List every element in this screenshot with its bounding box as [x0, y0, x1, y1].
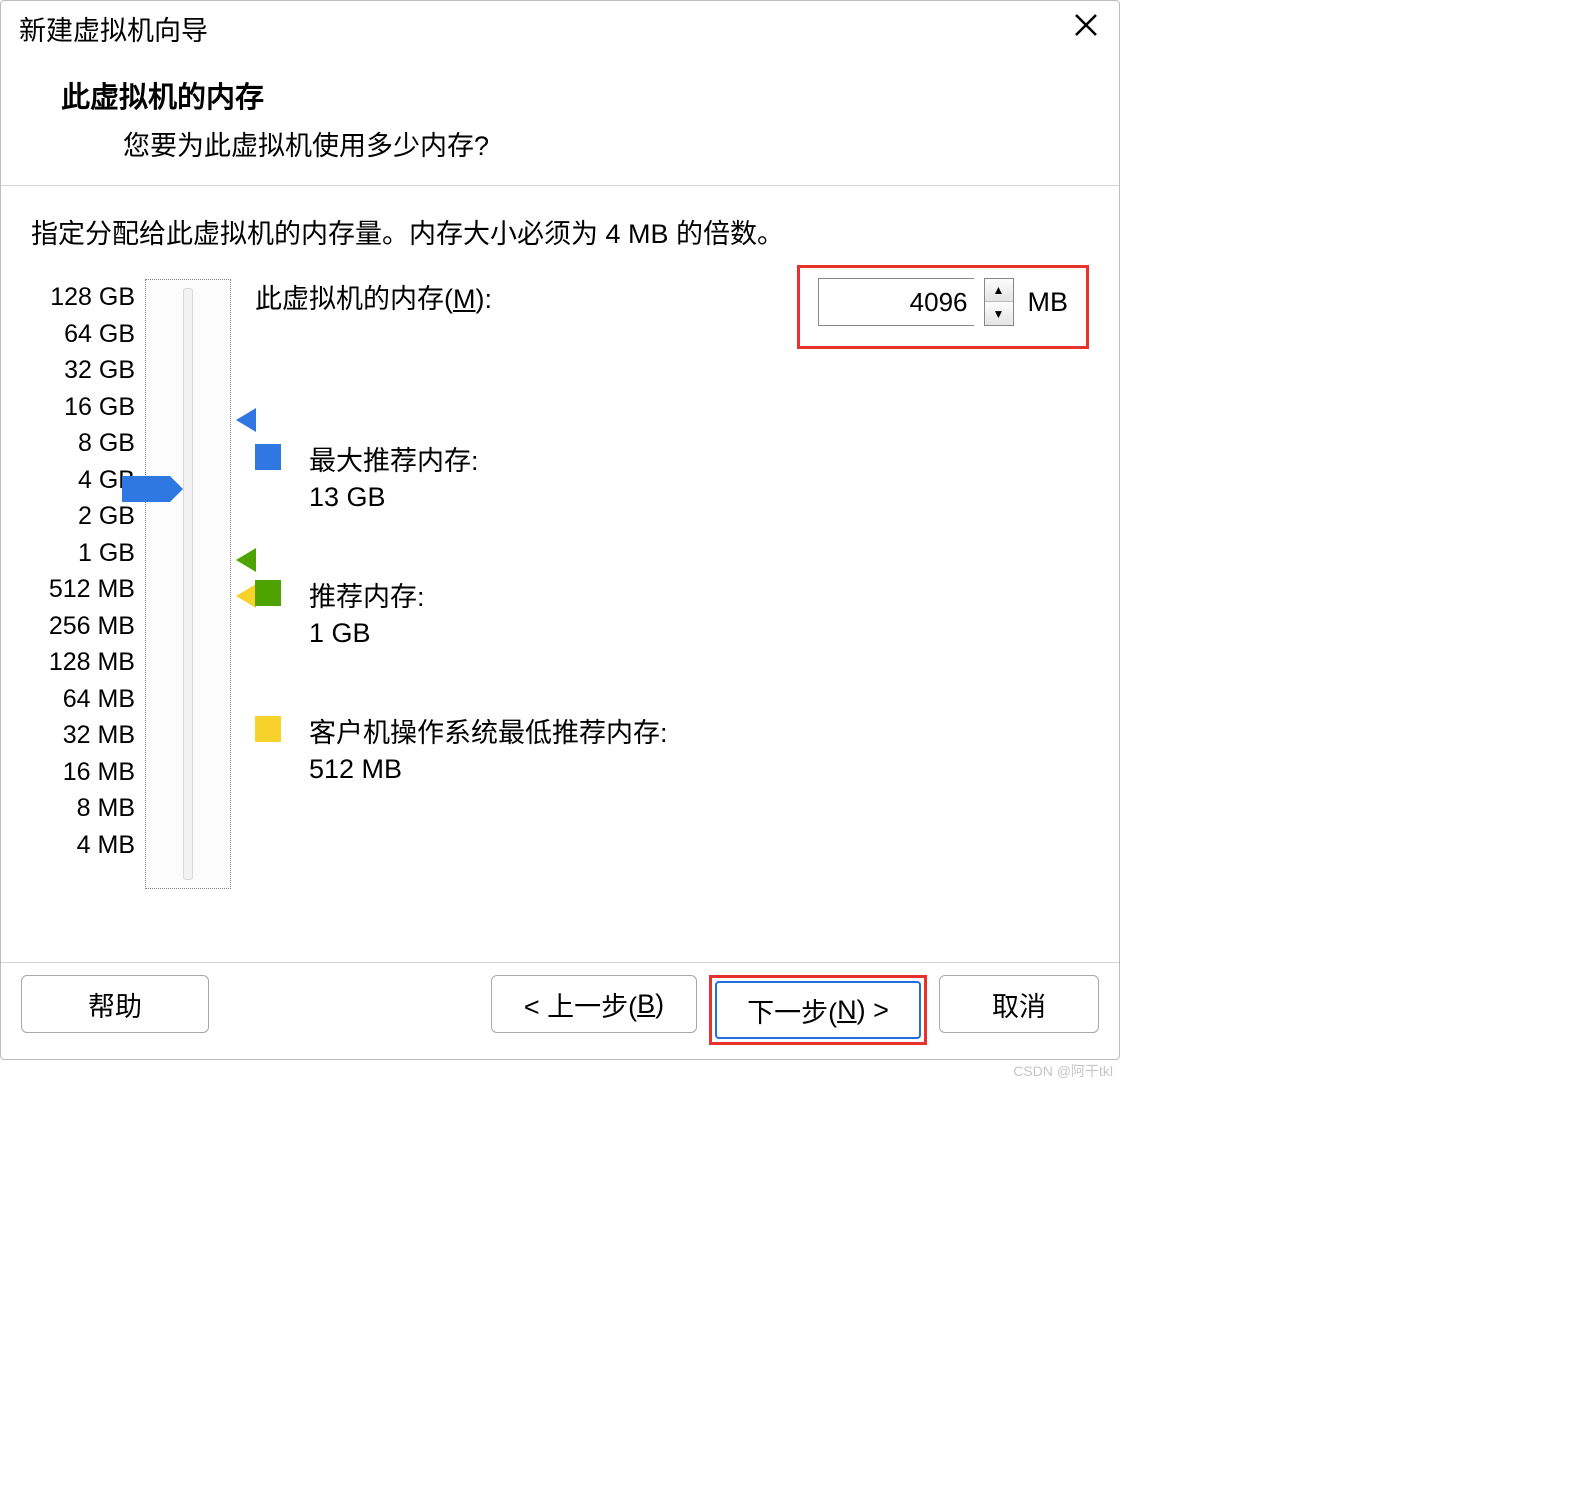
legend-max: 最大推荐内存: 13 GB: [255, 439, 1089, 513]
scale-labels: 128 GB 64 GB 32 GB 16 GB 8 GB 4 GB 2 GB …: [31, 279, 135, 863]
slider-thumb[interactable]: [122, 476, 170, 502]
marker-min-icon: [236, 584, 256, 608]
legend-recommended-title: 推荐内存:: [309, 575, 425, 614]
scale-tick: 128 GB: [31, 279, 135, 316]
page-title: 此虚拟机的内存: [61, 74, 1059, 116]
scale-tick: 4 GB: [31, 462, 135, 499]
window-title: 新建虚拟机向导: [19, 9, 208, 48]
marker-max-icon: [236, 408, 256, 432]
legend-max-swatch-icon: [255, 444, 281, 470]
instruction-text: 指定分配给此虚拟机的内存量。内存大小必须为 4 MB 的倍数。: [31, 212, 1089, 251]
scale-tick: 64 MB: [31, 681, 135, 718]
wizard-window: 新建虚拟机向导 此虚拟机的内存 您要为此虚拟机使用多少内存? 指定分配给此虚拟机…: [0, 0, 1120, 1060]
memory-input-highlight: ▲ ▼ MB: [797, 265, 1090, 349]
legend-min-swatch-icon: [255, 716, 281, 742]
close-icon[interactable]: [1071, 10, 1101, 47]
slider-groove: [183, 288, 193, 880]
legend-recommended: 推荐内存: 1 GB: [255, 575, 1089, 649]
scale-tick: 64 GB: [31, 316, 135, 353]
memory-field-label: 此虚拟机的内存(M):: [255, 275, 492, 316]
wizard-footer: 帮助 < 上一步(B) 下一步(N) > 取消: [1, 962, 1119, 1059]
scale-tick: 512 MB: [31, 571, 135, 608]
info-column: 此虚拟机的内存(M): ▲ ▼ MB 最大推荐内存:: [255, 275, 1089, 785]
legend-max-value: 13 GB: [309, 482, 479, 513]
next-button-highlight: 下一步(N) >: [709, 975, 927, 1045]
content-area: 指定分配给此虚拟机的内存量。内存大小必须为 4 MB 的倍数。 128 GB 6…: [1, 186, 1119, 962]
scale-tick: 8 MB: [31, 790, 135, 827]
memory-unit: MB: [1028, 287, 1069, 318]
scale-tick: 32 GB: [31, 352, 135, 389]
scale-tick: 8 GB: [31, 425, 135, 462]
legend-recommended-swatch-icon: [255, 580, 281, 606]
spinner-up-icon[interactable]: ▲: [985, 279, 1013, 302]
memory-spinner: ▲ ▼: [984, 278, 1014, 326]
footer-spacer: [221, 975, 479, 1045]
scale-tick: 4 MB: [31, 827, 135, 864]
wizard-header: 此虚拟机的内存 您要为此虚拟机使用多少内存?: [1, 56, 1119, 185]
memory-slider[interactable]: [145, 279, 231, 889]
scale-tick: 256 MB: [31, 608, 135, 645]
scale-tick: 16 GB: [31, 389, 135, 426]
watermark: CSDN @阿干tkl: [1013, 1061, 1113, 1081]
scale-tick: 128 MB: [31, 644, 135, 681]
legend-min: 客户机操作系统最低推荐内存: 512 MB: [255, 711, 1089, 785]
legend-min-title: 客户机操作系统最低推荐内存:: [309, 711, 668, 750]
legend-min-value: 512 MB: [309, 754, 668, 785]
scale-tick: 16 MB: [31, 754, 135, 791]
memory-scale: 128 GB 64 GB 32 GB 16 GB 8 GB 4 GB 2 GB …: [31, 275, 231, 889]
title-bar: 新建虚拟机向导: [1, 1, 1119, 56]
memory-input[interactable]: [818, 278, 974, 326]
legend-max-title: 最大推荐内存:: [309, 439, 479, 478]
back-button[interactable]: < 上一步(B): [491, 975, 697, 1033]
page-subtitle: 您要为此虚拟机使用多少内存?: [61, 124, 1059, 163]
spinner-down-icon[interactable]: ▼: [985, 302, 1013, 325]
cancel-button[interactable]: 取消: [939, 975, 1099, 1033]
next-button[interactable]: 下一步(N) >: [715, 981, 921, 1039]
legend-recommended-value: 1 GB: [309, 618, 425, 649]
marker-recommended-icon: [236, 548, 256, 572]
help-button[interactable]: 帮助: [21, 975, 209, 1033]
scale-tick: 32 MB: [31, 717, 135, 754]
scale-tick: 1 GB: [31, 535, 135, 572]
scale-tick: 2 GB: [31, 498, 135, 535]
